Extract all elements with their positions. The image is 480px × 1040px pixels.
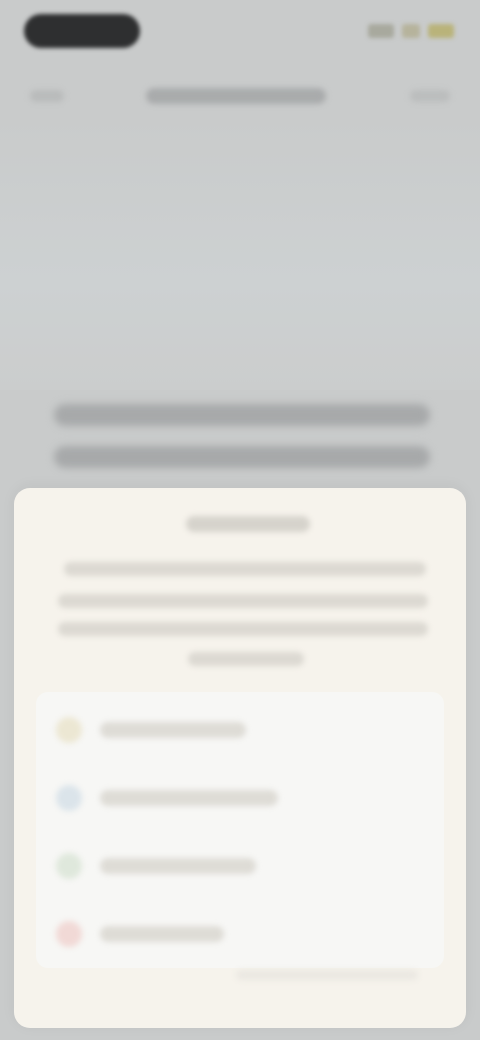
page-title (146, 88, 326, 104)
headline-line-1 (54, 404, 430, 426)
circle-icon (56, 921, 82, 947)
option-item-3[interactable] (36, 836, 444, 896)
option-label (100, 926, 224, 942)
circle-icon (56, 853, 82, 879)
sheet-footer-note (236, 970, 418, 980)
status-icons (368, 24, 454, 38)
circle-icon (56, 785, 82, 811)
hero-area (0, 120, 480, 390)
option-label (100, 790, 278, 806)
sheet-description-line (58, 594, 428, 608)
nav-bar (0, 76, 480, 120)
wifi-icon (402, 24, 420, 38)
sheet-description-line (188, 652, 304, 666)
circle-icon (56, 717, 82, 743)
status-bar (0, 0, 480, 64)
headline-line-2 (54, 446, 430, 468)
back-button[interactable] (30, 90, 64, 102)
option-item-2[interactable] (36, 768, 444, 828)
bottom-sheet (14, 488, 466, 1028)
option-item-4[interactable] (36, 904, 444, 964)
option-item-1[interactable] (36, 700, 444, 760)
sheet-description-line (64, 562, 426, 576)
option-label (100, 722, 246, 738)
app-screen (0, 0, 480, 1040)
nav-action-button[interactable] (410, 90, 450, 102)
sheet-description-line (58, 622, 428, 636)
sheet-title (186, 516, 310, 532)
status-pill (24, 14, 140, 48)
options-list (36, 692, 444, 968)
battery-icon (428, 24, 454, 38)
option-label (100, 858, 256, 874)
signal-icon (368, 24, 394, 38)
